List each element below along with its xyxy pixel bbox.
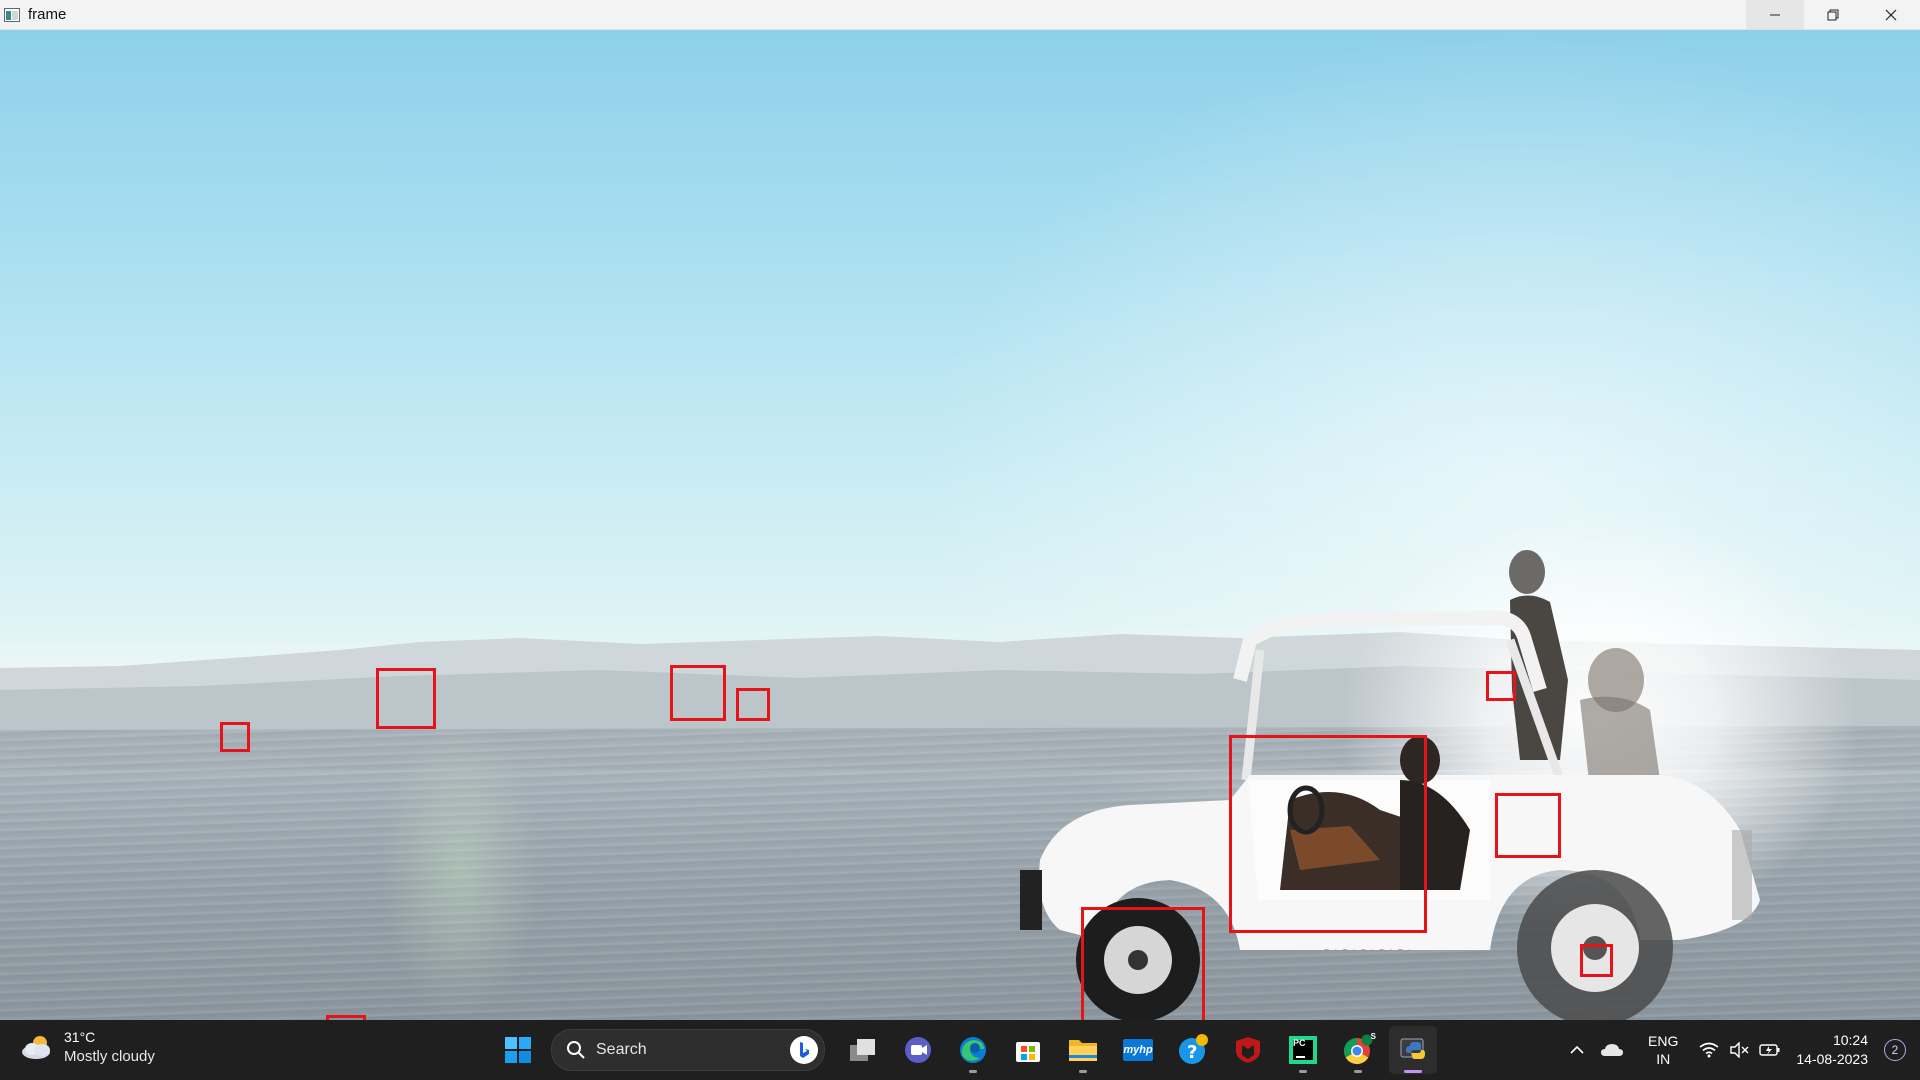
volume-muted-icon [1730,1042,1749,1058]
lens-flare [380,720,540,1020]
store-button[interactable] [1004,1026,1052,1074]
store-icon [1016,1042,1040,1062]
windows-start-icon [505,1037,531,1063]
svg-text:?: ? [1187,1042,1197,1063]
clock-time: 10:24 [1832,1032,1868,1048]
close-icon [1885,9,1897,20]
taskbar: 31°C Mostly cloudy Search myhp ? PC S EN… [0,1020,1920,1080]
chrome-button[interactable]: S [1334,1026,1382,1074]
battery-button[interactable] [1754,1043,1786,1057]
help-icon: ? [1179,1034,1208,1064]
show-hidden-icons-button[interactable] [1562,1045,1592,1055]
file-explorer-button[interactable] [1059,1026,1107,1074]
video-frame: ~~~~~ [0,30,1920,1020]
edge-icon [960,1037,986,1063]
minimize-icon [1770,14,1780,15]
weather-widget[interactable]: 31°C Mostly cloudy [20,1028,155,1066]
python-button[interactable] [1389,1026,1437,1074]
svg-text:~~~~~: ~~~~~ [1320,939,1412,964]
language-region: IN [1656,1051,1671,1067]
window-title: frame [28,6,67,23]
language-code: ENG [1648,1033,1679,1049]
wifi-icon [1699,1042,1719,1058]
search-icon [566,1040,586,1060]
weather-temperature: 31°C [64,1029,96,1045]
detection-box [1580,944,1613,977]
restore-button[interactable] [1804,0,1862,29]
app-icon [4,7,20,22]
bing-icon[interactable] [790,1036,818,1064]
battery-charging-icon [1759,1044,1780,1056]
restore-icon [1827,9,1839,20]
language-indicator[interactable]: ENG IN [1648,1032,1678,1068]
taskbar-search[interactable]: Search [551,1029,825,1071]
detection-box [376,668,436,729]
chrome-profile-badge: S [1370,1032,1376,1041]
myhp-label: myhp [1123,1044,1153,1056]
pycharm-label: PC [1293,1038,1306,1048]
edge-button[interactable] [949,1026,997,1074]
start-button[interactable] [494,1026,542,1074]
task-view-button[interactable] [839,1026,887,1074]
folder-icon [1069,1040,1097,1061]
teams-icon [905,1037,931,1063]
weather-condition: Mostly cloudy [64,1048,155,1065]
get-help-button[interactable]: ? [1169,1026,1217,1074]
minimize-button[interactable] [1746,0,1804,29]
myhp-button[interactable]: myhp [1114,1026,1162,1074]
detection-box [1486,671,1516,701]
cloudy-weather-icon [22,1036,50,1059]
detection-box [670,665,726,721]
detection-box [1081,907,1205,1020]
teams-button[interactable] [894,1026,942,1074]
onedrive-cloud-icon [1601,1044,1624,1056]
python-icon [1400,1038,1425,1059]
clock-date: 14-08-2023 [1796,1051,1868,1067]
window-titlebar: frame [0,0,1920,30]
chrome-icon [1343,1034,1373,1065]
detection-box [736,688,770,721]
network-button[interactable] [1694,1042,1724,1058]
pycharm-button[interactable]: PC [1279,1026,1327,1074]
mcafee-icon [1236,1037,1260,1063]
task-view-icon [850,1039,875,1061]
volume-button[interactable] [1724,1042,1754,1058]
onedrive-button[interactable] [1592,1043,1632,1057]
search-label: Search [596,1041,647,1058]
notification-badge[interactable]: 2 [1884,1039,1906,1061]
detection-box [1495,793,1561,858]
chevron-up-icon [1570,1045,1584,1054]
mcafee-button[interactable] [1224,1026,1272,1074]
close-button[interactable] [1862,0,1920,29]
detection-box [1229,735,1427,933]
detection-box [220,722,250,752]
clock[interactable]: 10:24 14-08-2023 [1796,1031,1868,1069]
